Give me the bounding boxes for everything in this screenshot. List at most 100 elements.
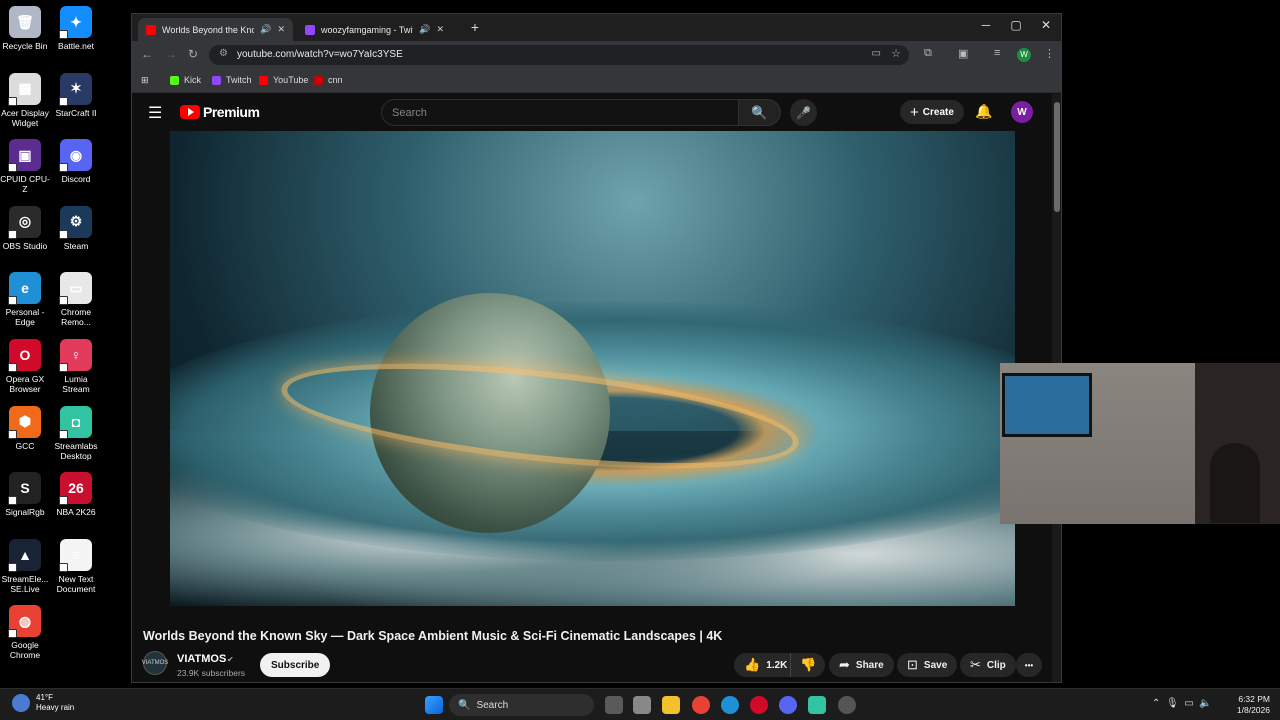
like-button[interactable]: 👍 1.2K [734,653,796,677]
taskbar-search[interactable]: 🔍 Search [449,694,594,716]
clock-date: 1/8/2026 [1236,705,1270,715]
tab-twitch[interactable]: woozyfamgaming - Twitch 🔊 ✕ [297,18,452,41]
dislike-button[interactable]: 👎 [790,653,826,677]
tab-youtube[interactable]: Worlds Beyond the Known 🔊 ✕ [138,18,293,41]
task-view-icon[interactable] [605,696,623,714]
site-info-icon[interactable]: ⚙ [219,48,228,59]
save-button[interactable]: ⊡ Save [897,653,958,677]
chrome-taskbar-icon[interactable] [692,696,710,714]
maximize-button[interactable]: ▢ [1001,18,1031,32]
sidepanel-icon[interactable]: ▣ [958,47,968,60]
webcam-overlay [1000,363,1280,524]
desktop-icon-google-chrome[interactable]: ◍ Google Chrome [0,605,51,660]
cast-icon[interactable]: ▭ [872,48,881,59]
more-menu-icon[interactable]: ⋮ [1044,47,1055,60]
desktop-icon-discord[interactable]: ◉ Discord [50,139,102,184]
desktop-icon-personal-edge[interactable]: e Personal - Edge [0,272,51,327]
desktop-icon-glyph: ◍ [18,612,32,629]
account-avatar[interactable]: W [1011,101,1033,123]
new-tab-button[interactable]: + [460,19,490,35]
microphone-tray-icon[interactable]: 🎙 [1166,698,1179,709]
search-input[interactable]: Search [381,99,739,126]
desktop-icon-nba-2k26[interactable]: 26 NBA 2K26 [50,472,102,517]
channel-name[interactable]: VIATMOS [177,653,226,665]
streamlabs-taskbar-icon[interactable] [808,696,826,714]
minimize-button[interactable]: ─ [971,18,1001,32]
forward-button[interactable]: → [165,47,177,61]
system-tray[interactable]: ⌃ 🎙 ▭ 🔈 [1152,698,1212,709]
desktop-icon-glyph: ⚙ [69,213,83,230]
back-button[interactable]: ← [141,47,153,61]
desktop-icon-gcc[interactable]: ⬢ GCC [0,405,51,451]
apps-grid-icon[interactable]: ⊞ [141,75,149,86]
desktop-icon-battle-net[interactable]: ✦ Battle.net [50,6,102,51]
desktop-icon-glyph: ◎ [18,213,32,230]
taskbar-clock[interactable]: 6:32 PM 1/8/2026 [1230,694,1270,716]
scrollbar-thumb[interactable] [1054,102,1060,212]
desktop-icon-label: Google Chrome [9,640,41,661]
speaker-icon[interactable]: 🔊 [419,24,430,35]
bookmark-kick[interactable]: Kick [170,75,201,85]
volume-icon[interactable]: 🔈 [1199,698,1211,709]
desktop-icon-starcraft-ii[interactable]: ✶ StarCraft II [50,72,102,118]
desktop-icon-recycle-bin[interactable]: 🗑 Recycle Bin [0,6,51,51]
start-button-windows-icon[interactable] [425,696,443,714]
desktop-icon-glyph: O [19,347,31,363]
clip-button[interactable]: ✂ Clip [960,653,1016,677]
close-tab-icon[interactable]: ✕ [277,24,285,35]
discord-taskbar-icon[interactable] [779,696,797,714]
weather-widget[interactable]: 41°F Heavy rain [12,693,74,713]
video-player[interactable] [170,131,1015,606]
twitch-favicon-icon [305,24,315,35]
address-bar[interactable]: ⚙ youtube.com/watch?v=wo7YaIc3YSE ▭ ☆ [209,45,909,65]
shortcut-arrow-icon [8,296,17,306]
desktop-icon-new-text-document[interactable]: ≡ New Text Document [50,538,102,594]
share-button[interactable]: ➦ Share [829,653,894,677]
clip-label: Clip [986,659,1006,671]
notifications-bell-icon[interactable]: 🔔 [975,103,992,120]
reading-list-icon[interactable]: ≡ [994,47,1000,59]
bookmark-star-icon[interactable]: ☆ [891,47,901,60]
desktop-icon-acer-display-widget[interactable]: ▦ Acer Display Widget [0,72,51,128]
subscribe-button[interactable]: Subscribe [260,653,331,677]
close-window-button[interactable]: ✕ [1031,18,1061,32]
close-tab-icon[interactable]: ✕ [436,24,444,35]
speaker-icon[interactable]: 🔊 [260,24,271,35]
edge-taskbar-icon[interactable] [721,696,739,714]
more-actions-button[interactable]: ••• [1016,653,1042,677]
file-explorer-icon[interactable] [662,696,680,714]
desktop-icon-streamele-se-live[interactable]: ▲ StreamEle... SE.Live [0,538,51,594]
create-button[interactable]: + Create [900,100,964,124]
network-icon[interactable]: ▭ [1184,698,1193,709]
app-taskbar-icon[interactable] [838,696,856,714]
hamburger-menu-icon[interactable]: ☰ [148,103,162,123]
desktop-icon-glyph: 🗑 [16,13,34,30]
desktop-icon-glyph: S [20,480,30,497]
reload-button[interactable]: ↻ [188,47,198,61]
profile-avatar[interactable]: W [1017,48,1031,62]
search-button[interactable]: 🔍 [739,99,781,126]
desktop-icon-signalrgb[interactable]: S SignalRgb [0,472,51,517]
youtube-premium-logo[interactable]: Premium [180,104,260,120]
thumbs-up-icon: 👍 [744,657,761,672]
desktop-icon-steam[interactable]: ⚙ Steam [50,205,102,251]
desktop-icon-obs-studio[interactable]: ◎ OBS Studio [0,205,51,251]
desktop-icon-chrome-remo[interactable]: ▭ Chrome Remo... [50,272,102,327]
youtube-favicon-icon [146,24,156,35]
bookmark-twitch[interactable]: Twitch [212,75,252,85]
desktop-icon-streamlabs-desktop[interactable]: ◘ Streamlabs Desktop [50,405,102,461]
opera-gx-taskbar-icon[interactable] [750,696,768,714]
bookmark-cnn[interactable]: cnn [314,75,343,85]
channel-avatar[interactable]: VIATMOS [142,651,168,675]
desktop-icon-cpuid-cpu-z[interactable]: ▣ CPUID CPU-Z [0,139,51,194]
desktop-icon-lumia-stream[interactable]: ♀ Lumia Stream [50,339,102,394]
desktop-icon-glyph: ▭ [69,279,83,296]
streamlabs-desktop-icon: ◘ [59,405,92,439]
extensions-icon[interactable]: ⧉ [924,47,932,60]
url-text: youtube.com/watch?v=wo7YaIc3YSE [237,49,403,60]
widgets-icon[interactable] [633,696,651,714]
desktop-icon-opera-gx-browser[interactable]: O Opera GX Browser [0,339,51,394]
bookmark-youtube[interactable]: YouTube [259,75,308,85]
voice-search-button[interactable]: 🎤 [790,99,817,126]
show-hidden-icons-chevron-icon[interactable]: ⌃ [1152,698,1160,709]
